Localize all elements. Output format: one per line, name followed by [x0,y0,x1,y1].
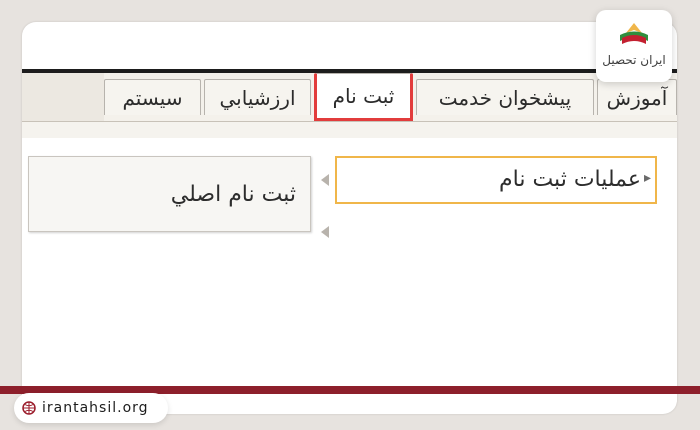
tab-registration-label: ثبت نام [332,84,395,108]
tab-evaluation-label: ارزشيابي [219,86,296,110]
books-logo-icon [620,23,648,44]
tab-education-label: آموزش [606,86,668,110]
tab-system-label: سيستم [122,86,183,110]
content-top-shade [22,122,677,138]
arrow-left-icon [321,226,329,238]
ui-card: سيستم ارزشيابي ثبت نام پيشخوان خدمت آموز… [22,22,677,414]
tab-system[interactable]: سيستم [104,79,201,115]
globe-icon [22,401,36,415]
main-registration-label: ثبت نام اصلي [170,182,296,207]
registration-operations-label: عمليات ثبت نام [499,167,641,192]
tab-registration[interactable]: ثبت نام [314,73,413,121]
tab-service-desk-label: پيشخوان خدمت [438,86,572,110]
brand-logo-text: ایران تحصیل [602,53,666,67]
arrow-left-icon [321,174,329,186]
main-registration-item[interactable]: ثبت نام اصلي [28,156,311,232]
website-text: irantahsil.org [42,400,149,416]
screenshot-stage: سيستم ارزشيابي ثبت نام پيشخوان خدمت آموز… [0,0,700,430]
registration-operations-item[interactable]: عمليات ثبت نام [335,156,657,204]
tab-service-desk[interactable]: پيشخوان خدمت [416,79,594,115]
website-pill: irantahsil.org [14,393,168,423]
cursor-icon: ▸ [644,170,652,186]
tab-evaluation[interactable]: ارزشيابي [204,79,311,115]
tab-strip-spacer [22,73,104,121]
brand-logo-badge: ایران تحصیل [596,10,672,82]
tab-education[interactable]: آموزش [597,79,677,115]
tab-strip: سيستم ارزشيابي ثبت نام پيشخوان خدمت آموز… [22,73,677,122]
